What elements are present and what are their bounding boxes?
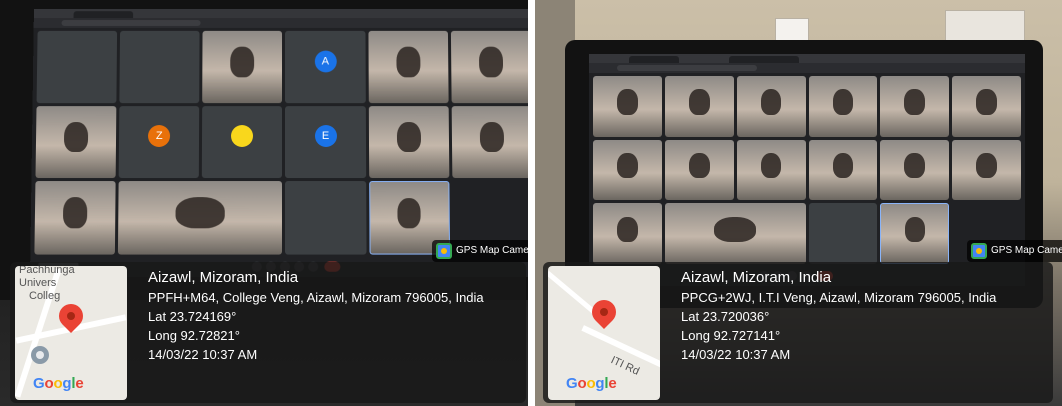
- browser-tab: [729, 56, 799, 63]
- map-poi-icon: [31, 346, 49, 364]
- location-title: Aizawl, Mizoram, India: [681, 269, 832, 286]
- location-longitude: Long 92.72821°: [148, 328, 240, 343]
- location-map: Pachhunga Univers Colleg Google: [15, 266, 127, 400]
- google-logo: Google: [33, 375, 84, 392]
- map-label: Colleg: [29, 290, 61, 302]
- laptop-screen: A Z E: [30, 9, 528, 277]
- location-address: PPCG+2WJ, I.T.I Veng, Aizawl, Mizoram 79…: [681, 290, 997, 305]
- map-label: Pachhunga: [19, 266, 75, 276]
- participant-tile: [880, 76, 950, 137]
- participant-tile: [808, 139, 878, 201]
- browser-tab: [73, 11, 134, 19]
- badge-label: GPS Map Camera: [456, 245, 528, 256]
- location-info: Aizawl, Mizoram, India PPCG+2WJ, I.T.I V…: [681, 268, 996, 364]
- location-address: PPFH+M64, College Veng, Aizawl, Mizoram …: [148, 290, 484, 305]
- avatar: A: [314, 50, 337, 72]
- participant-tile: [808, 76, 878, 137]
- location-info: Aizawl, Mizoram, India PPFH+M64, College…: [148, 268, 484, 364]
- gps-info-panel: Pachhunga Univers Colleg Google Aizawl, …: [10, 262, 526, 403]
- participant-tile: [593, 203, 662, 264]
- participant-tile-self: [880, 203, 950, 264]
- participant-tile-others: [285, 181, 367, 255]
- location-title: Aizawl, Mizoram, India: [148, 269, 299, 286]
- participant-tile: [952, 139, 1021, 201]
- laptop-screen: [589, 54, 1025, 286]
- avatar: [231, 125, 254, 148]
- gps-map-camera-badge: GPS Map Camera: [432, 240, 528, 262]
- participant-tile: [664, 76, 734, 137]
- url-field: [617, 65, 757, 71]
- avatar: Z: [148, 125, 171, 148]
- participant-tile: [736, 139, 806, 201]
- gps-map-camera-logo-icon: [971, 243, 987, 259]
- map-pin-icon: [587, 295, 621, 329]
- gps-info-panel: ITI Rd Google Aizawl, Mizoram, India PPC…: [543, 262, 1053, 403]
- meet-participant-grid: [593, 76, 1021, 264]
- participant-tile: [34, 181, 116, 255]
- photo-1: A Z E GPS Map Camera: [0, 0, 528, 406]
- participant-tile: [451, 105, 528, 179]
- browser-address-bar: [33, 18, 528, 28]
- participant-tile: [368, 30, 449, 103]
- gps-map-camera-badge: GPS Map Camera: [967, 240, 1062, 262]
- location-datetime: 14/03/22 10:37 AM: [148, 347, 258, 362]
- participant-tile: [736, 76, 806, 137]
- participant-tile: [202, 105, 283, 179]
- participant-tile: [880, 139, 950, 201]
- participant-tile: Z: [118, 105, 200, 179]
- participant-tile: [664, 139, 734, 201]
- participant-tile: [119, 30, 200, 103]
- participant-tile: E: [285, 105, 366, 179]
- location-longitude: Long 92.727141°: [681, 328, 781, 343]
- participant-tile-others: [808, 203, 878, 264]
- location-latitude: Lat 23.724169°: [148, 309, 237, 324]
- browser-tab: [629, 56, 679, 63]
- location-latitude: Lat 23.720036°: [681, 309, 770, 324]
- participant-tile: [593, 139, 662, 201]
- participant-tile: A: [285, 30, 366, 103]
- browser-tab-bar: [33, 9, 528, 19]
- browser-tab-bar: [589, 54, 1025, 63]
- badge-label: GPS Map Camera: [991, 245, 1062, 256]
- participant-tile: [450, 30, 528, 103]
- participant-tile: [593, 76, 662, 137]
- location-map: ITI Rd Google: [548, 266, 660, 400]
- google-logo: Google: [566, 375, 617, 392]
- meet-participant-grid: A Z E: [34, 30, 528, 255]
- participant-tile: [118, 181, 283, 255]
- gps-map-camera-logo-icon: [436, 243, 452, 259]
- avatar: E: [314, 125, 337, 148]
- participant-tile: [952, 76, 1021, 137]
- participant-tile: [35, 105, 117, 179]
- participant-tile: [664, 203, 806, 264]
- photo-2: GPS Map Camera ITI Rd Google Aizawl, Miz…: [535, 0, 1062, 406]
- url-field: [61, 20, 201, 26]
- map-label: Univers: [19, 277, 57, 289]
- participant-tile: [368, 105, 450, 179]
- participant-tile: [202, 30, 283, 103]
- participant-tile: [36, 30, 118, 103]
- location-datetime: 14/03/22 10:37 AM: [681, 347, 791, 362]
- browser-address-bar: [589, 63, 1025, 73]
